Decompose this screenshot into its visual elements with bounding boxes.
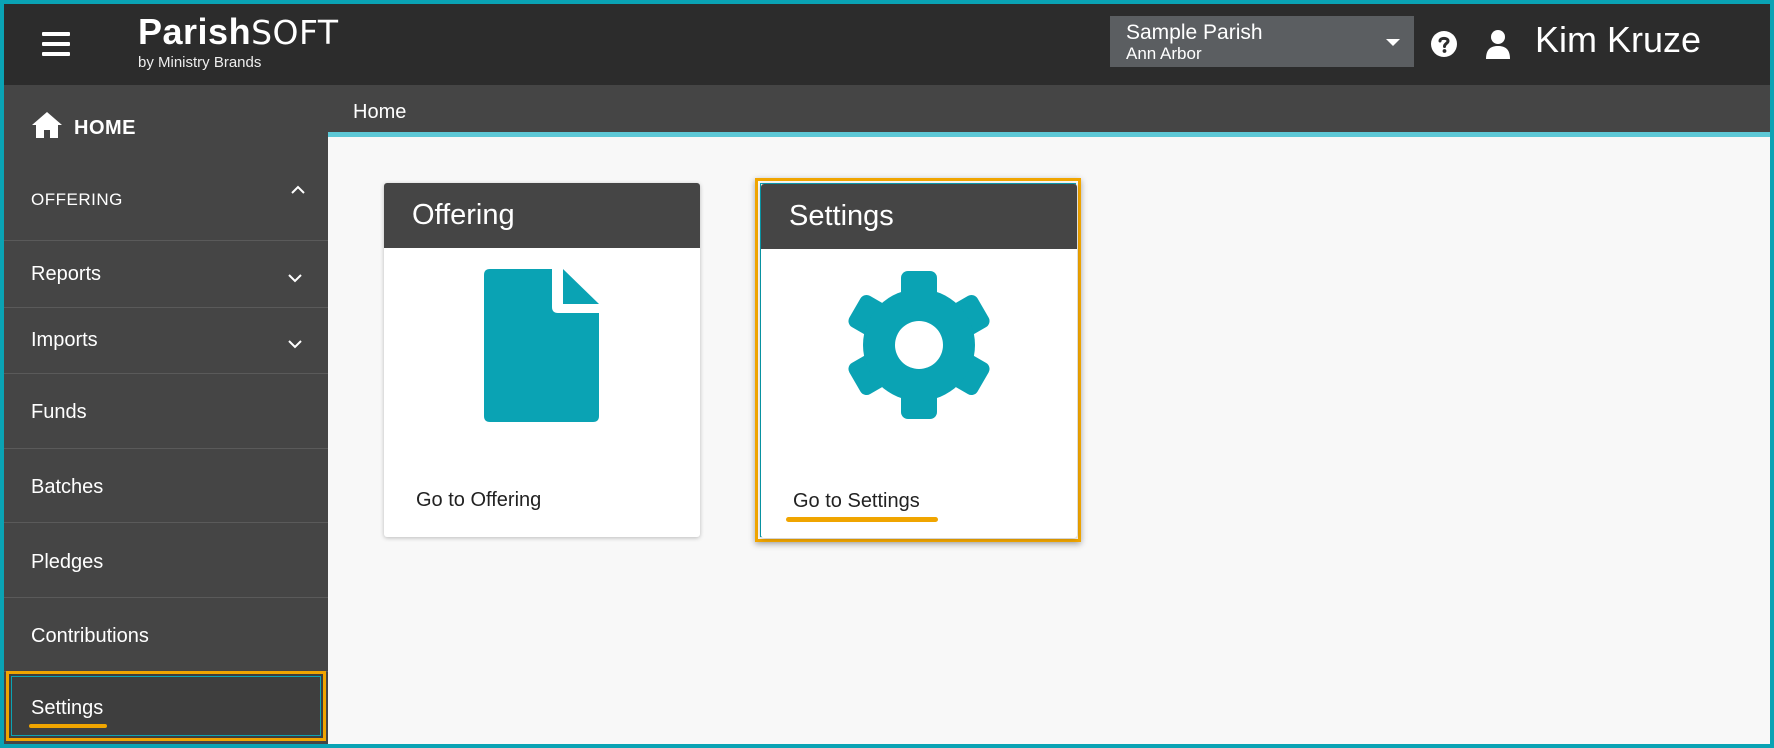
breadcrumb-current: Home <box>353 101 407 123</box>
card-header: Offering <box>384 183 700 248</box>
settings-card[interactable]: Settings Go to Settings <box>761 184 1077 538</box>
sidebar-item-label: Contributions <box>31 625 149 647</box>
top-bar: ParishSOFT by Ministry Brands Sample Par… <box>4 4 1770 85</box>
highlight-underline <box>29 724 107 728</box>
sidebar-item-label: Reports <box>31 263 102 285</box>
sidebar-item-label: Pledges <box>31 551 104 573</box>
go-to-offering-link[interactable]: Go to Offering <box>416 489 541 512</box>
breadcrumb: Home <box>328 85 1770 137</box>
chevron-up-icon <box>291 185 305 194</box>
chevron-down-icon <box>288 274 302 283</box>
sidebar-item-funds[interactable]: Funds <box>4 374 328 449</box>
sidebar-item-batches[interactable]: Batches <box>4 449 328 523</box>
card-title: Settings <box>789 200 894 232</box>
offering-card[interactable]: Offering Go to Offering <box>384 183 700 537</box>
go-to-settings-link[interactable]: Go to Settings <box>793 490 920 513</box>
sidebar-item-pledges[interactable]: Pledges <box>4 523 328 598</box>
caret-down-icon <box>1386 39 1400 46</box>
hamburger-icon[interactable] <box>42 32 70 56</box>
sidebar-item-label: Funds <box>31 401 87 423</box>
sidebar-item-label: Settings <box>31 697 104 719</box>
parish-location: Ann Arbor <box>1126 44 1202 63</box>
logo-main-light: SOFT <box>251 13 339 52</box>
card-header: Settings <box>761 184 1077 249</box>
user-name[interactable]: Kim Kruze <box>1535 20 1701 60</box>
sidebar-item-contributions[interactable]: Contributions <box>4 598 328 672</box>
section-label-offering: OFFERING <box>31 190 123 209</box>
logo-main-bold: Parish <box>138 11 252 52</box>
chevron-down-icon <box>288 340 302 349</box>
sidebar: HOME OFFERING Reports Imports Funds Batc… <box>4 85 328 744</box>
parish-name: Sample Parish <box>1126 21 1263 44</box>
logo: ParishSOFT by Ministry Brands <box>138 12 339 71</box>
sidebar-item-label: Imports <box>31 329 98 351</box>
highlight-underline <box>786 517 938 522</box>
sidebar-item-reports[interactable]: Reports <box>4 242 328 308</box>
logo-subtitle: by Ministry Brands <box>138 54 262 71</box>
sidebar-item-label: Batches <box>31 476 104 498</box>
home-icon <box>32 112 62 138</box>
gear-icon <box>848 271 990 419</box>
sidebar-item-home[interactable]: HOME <box>4 85 328 165</box>
parish-selector[interactable]: Sample Parish Ann Arbor <box>1110 16 1414 67</box>
question-circle-icon[interactable] <box>1430 30 1458 58</box>
card-title: Offering <box>412 199 515 231</box>
app-frame: ParishSOFT by Ministry Brands Sample Par… <box>4 4 1770 744</box>
document-icon <box>484 269 599 422</box>
user-icon[interactable] <box>1485 29 1511 59</box>
sidebar-item-imports[interactable]: Imports <box>4 308 328 374</box>
sidebar-item-settings[interactable]: Settings <box>6 671 326 741</box>
home-label: HOME <box>74 117 136 139</box>
